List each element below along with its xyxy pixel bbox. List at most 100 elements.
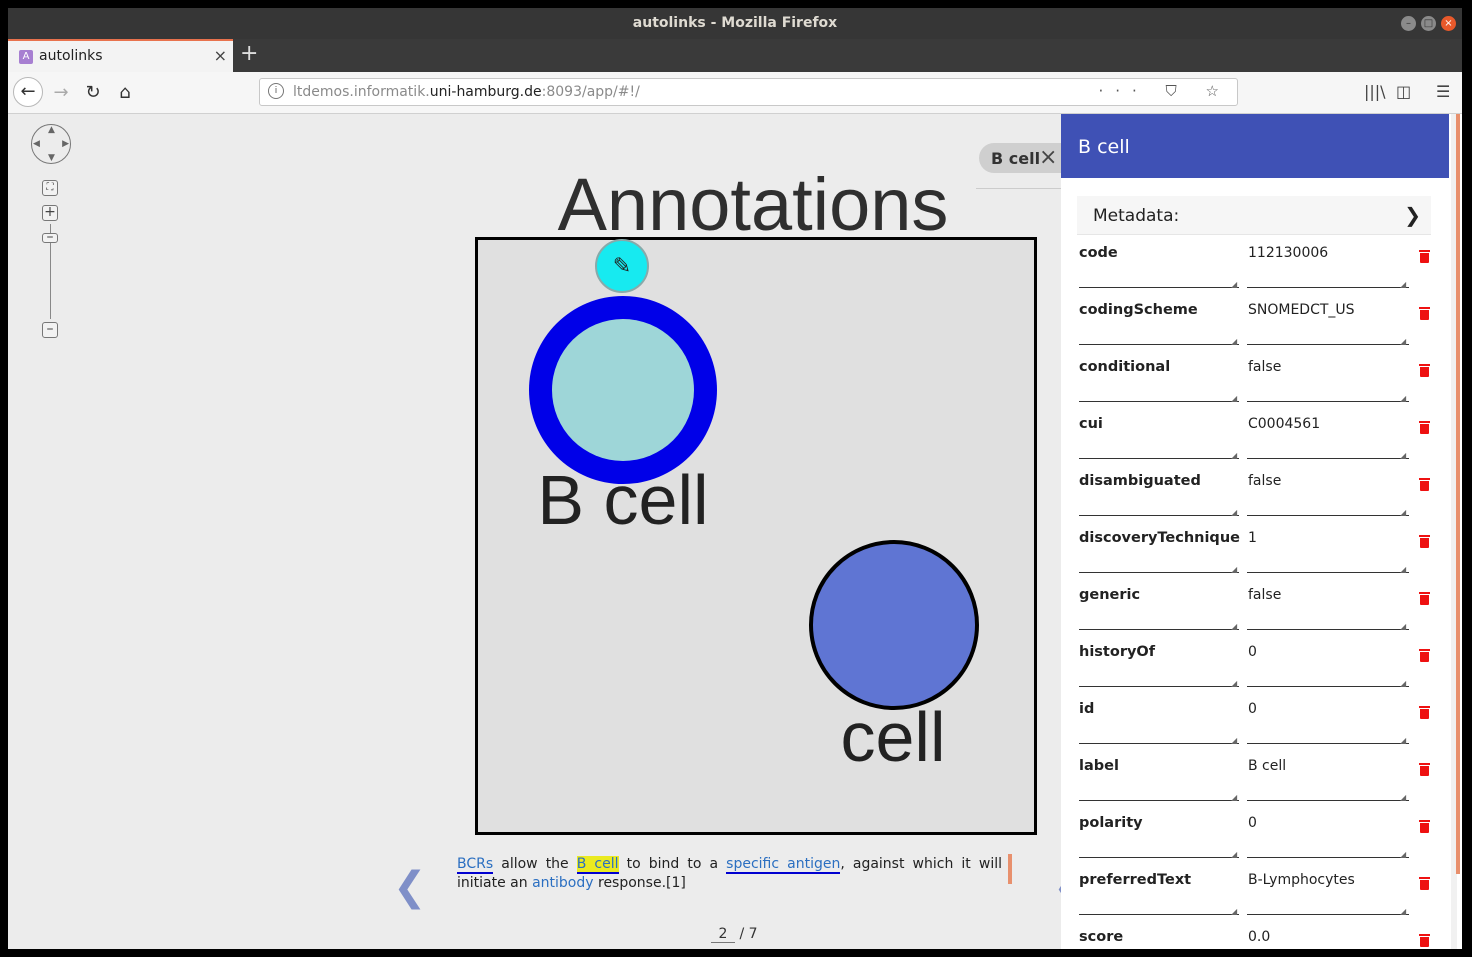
metadata-key[interactable]: disambiguated	[1079, 473, 1239, 516]
metadata-value[interactable]: SNOMEDCT_US	[1247, 302, 1409, 345]
resize-handle-icon[interactable]: ◢	[1400, 679, 1406, 688]
site-info-icon[interactable]: i	[268, 83, 284, 99]
metadata-value[interactable]: 0	[1247, 644, 1409, 687]
entity-specific-antigen[interactable]: specific antigen	[726, 856, 841, 874]
entity-bcrs[interactable]: BCRs	[457, 856, 494, 874]
metadata-key[interactable]: polarity	[1079, 815, 1239, 858]
pan-left-icon[interactable]: ◀	[33, 139, 40, 149]
fit-view-icon[interactable]: ⛶	[42, 180, 58, 196]
zoom-slider-handle[interactable]: –	[42, 230, 58, 244]
pan-control[interactable]: ▲ ▼ ◀ ▶	[31, 124, 71, 164]
page-input[interactable]: 2	[711, 926, 735, 943]
metadata-value[interactable]: 0	[1247, 815, 1409, 858]
delete-icon[interactable]	[1419, 877, 1430, 890]
new-tab-button[interactable]: +	[240, 41, 258, 66]
resize-handle-icon[interactable]: ◢	[1231, 508, 1237, 517]
previous-sentence-icon[interactable]: ❮	[393, 864, 427, 910]
metadata-value[interactable]: 0	[1247, 701, 1409, 744]
tag-remove-icon[interactable]: ×	[1039, 145, 1057, 170]
resize-handle-icon[interactable]: ◢	[1231, 565, 1237, 574]
zoom-in-button[interactable]: +	[42, 205, 58, 221]
metadata-value[interactable]: B-Lymphocytes	[1247, 872, 1409, 915]
resize-handle-icon[interactable]: ◢	[1400, 736, 1406, 745]
maximize-button[interactable]: □	[1421, 16, 1436, 31]
resize-handle-icon[interactable]: ◢	[1400, 907, 1406, 916]
pan-down-icon[interactable]: ▼	[48, 153, 55, 163]
entity-b-cell[interactable]: B cell	[576, 856, 619, 874]
tab-autolinks[interactable]: A autolinks ×	[8, 39, 233, 72]
metadata-value[interactable]: B cell	[1247, 758, 1409, 801]
library-icon[interactable]: |||\	[1364, 82, 1386, 101]
delete-icon[interactable]	[1419, 649, 1430, 662]
delete-icon[interactable]	[1419, 763, 1430, 776]
panel-scroll-thumb[interactable]	[1456, 114, 1460, 874]
resize-handle-icon[interactable]: ◢	[1400, 451, 1406, 460]
delete-icon[interactable]	[1419, 592, 1430, 605]
resize-handle-icon[interactable]: ◢	[1400, 565, 1406, 574]
zoom-out-button[interactable]: –	[42, 322, 58, 338]
back-button[interactable]: ←	[13, 77, 43, 107]
home-button[interactable]: ⌂	[110, 79, 140, 107]
resize-handle-icon[interactable]: ◢	[1231, 793, 1237, 802]
menu-icon[interactable]: ☰	[1436, 82, 1450, 101]
resize-handle-icon[interactable]: ◢	[1231, 736, 1237, 745]
close-window-button[interactable]: ×	[1441, 16, 1456, 31]
resize-handle-icon[interactable]: ◢	[1400, 280, 1406, 289]
metadata-value[interactable]: false	[1247, 473, 1409, 516]
metadata-value[interactable]: 112130006	[1247, 245, 1409, 288]
resize-handle-icon[interactable]: ◢	[1400, 337, 1406, 346]
chevron-right-icon[interactable]: ❯	[1404, 203, 1421, 227]
url-bar[interactable]: i ltdemos.informatik.uni-hamburg.de:8093…	[259, 78, 1238, 106]
delete-icon[interactable]	[1419, 934, 1430, 947]
metadata-key[interactable]: codingScheme	[1079, 302, 1239, 345]
entity-antibody[interactable]: antibody	[532, 875, 593, 891]
metadata-key[interactable]: historyOf	[1079, 644, 1239, 687]
url-text[interactable]: ltdemos.informatik.uni-hamburg.de:8093/a…	[293, 84, 640, 100]
node-cell[interactable]	[809, 540, 979, 710]
delete-icon[interactable]	[1419, 364, 1430, 377]
delete-icon[interactable]	[1419, 421, 1430, 434]
metadata-value[interactable]: C0004561	[1247, 416, 1409, 459]
delete-icon[interactable]	[1419, 478, 1430, 491]
metadata-value[interactable]: false	[1247, 359, 1409, 402]
resize-handle-icon[interactable]: ◢	[1231, 622, 1237, 631]
metadata-key[interactable]: cui	[1079, 416, 1239, 459]
metadata-key[interactable]: label	[1079, 758, 1239, 801]
forward-button[interactable]: →	[46, 79, 76, 107]
node-b-cell-fill[interactable]	[552, 319, 694, 461]
resize-handle-icon[interactable]: ◢	[1400, 394, 1406, 403]
pan-up-icon[interactable]: ▲	[48, 125, 55, 135]
metadata-key[interactable]: conditional	[1079, 359, 1239, 402]
edit-icon[interactable]: ✎	[595, 239, 649, 293]
resize-handle-icon[interactable]: ◢	[1400, 793, 1406, 802]
metadata-value[interactable]: false	[1247, 587, 1409, 630]
tab-close-icon[interactable]: ×	[214, 46, 227, 65]
resize-handle-icon[interactable]: ◢	[1231, 850, 1237, 859]
resize-handle-icon[interactable]: ◢	[1231, 679, 1237, 688]
resize-handle-icon[interactable]: ◢	[1400, 508, 1406, 517]
delete-icon[interactable]	[1419, 250, 1430, 263]
delete-icon[interactable]	[1419, 820, 1430, 833]
resize-handle-icon[interactable]: ◢	[1231, 394, 1237, 403]
resize-handle-icon[interactable]: ◢	[1231, 280, 1237, 289]
delete-icon[interactable]	[1419, 706, 1430, 719]
metadata-value[interactable]: 1	[1247, 530, 1409, 573]
resize-handle-icon[interactable]: ◢	[1231, 337, 1237, 346]
page-actions-icon[interactable]: ··· ⛉ ☆	[1098, 82, 1231, 100]
metadata-value[interactable]: 0.0	[1247, 929, 1409, 949]
metadata-key[interactable]: generic	[1079, 587, 1239, 630]
metadata-key[interactable]: score	[1079, 929, 1239, 949]
resize-handle-icon[interactable]: ◢	[1231, 451, 1237, 460]
minimize-button[interactable]: –	[1401, 16, 1416, 31]
delete-icon[interactable]	[1419, 307, 1430, 320]
delete-icon[interactable]	[1419, 535, 1430, 548]
resize-handle-icon[interactable]: ◢	[1400, 850, 1406, 859]
sidebar-icon[interactable]: ◫	[1396, 82, 1411, 101]
metadata-key[interactable]: discoveryTechnique	[1079, 530, 1240, 573]
metadata-key[interactable]: id	[1079, 701, 1239, 744]
resize-handle-icon[interactable]: ◢	[1400, 622, 1406, 631]
resize-handle-icon[interactable]: ◢	[1231, 907, 1237, 916]
metadata-key[interactable]: preferredText	[1079, 872, 1239, 915]
metadata-section[interactable]: Metadata: ❯	[1077, 196, 1431, 235]
metadata-key[interactable]: code	[1079, 245, 1239, 288]
